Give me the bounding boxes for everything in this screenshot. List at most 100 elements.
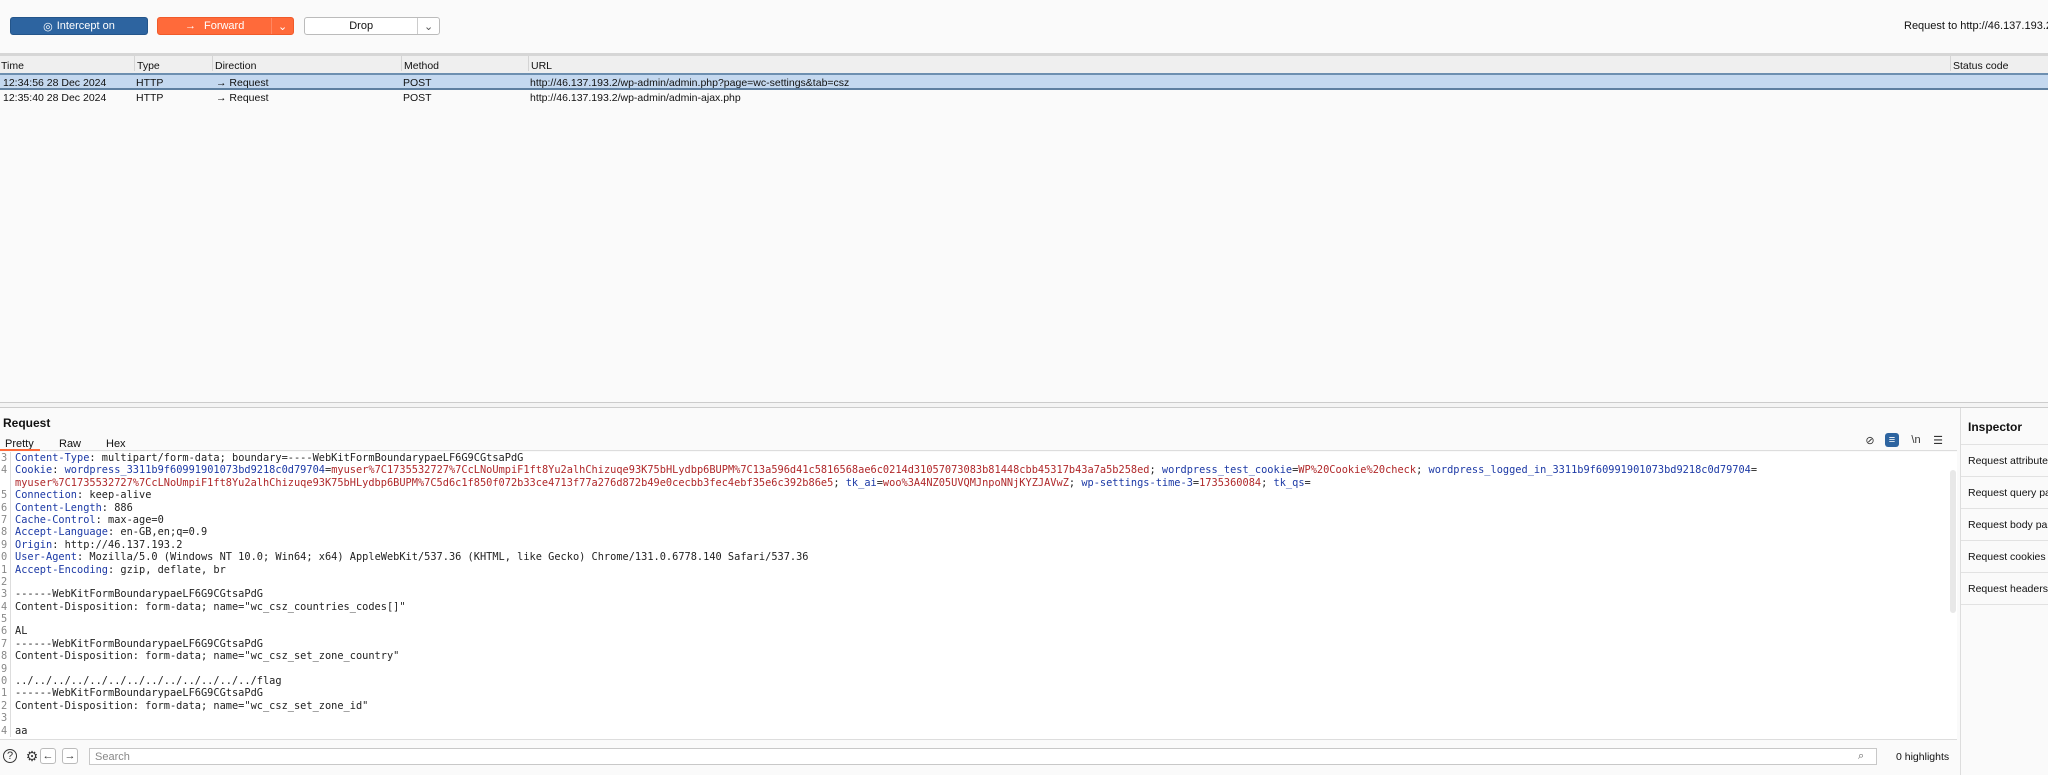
code-line: 3 ------WebKitFormBoundarypaeLF6G9CGtsaPd… xyxy=(0,588,1957,601)
code-line: 8 Accept-Language: en-GB,en;q=0.9 xyxy=(0,526,1957,539)
text: ; xyxy=(1416,464,1429,477)
code-line: 2 xyxy=(0,575,1957,589)
forward-label: Forward xyxy=(203,20,245,32)
type-text: HTTP xyxy=(136,77,164,89)
column-url[interactable]: URL xyxy=(528,56,552,72)
toggle-icon: ◎ xyxy=(43,20,53,33)
column-time[interactable]: Time xyxy=(0,56,24,72)
cell-url: http://46.137.193.2/wp-admin/admin.php?p… xyxy=(530,77,849,89)
text: : max-age=0 xyxy=(95,513,164,526)
highlights-count: 0 highlights xyxy=(1896,751,1950,763)
code-line: 7 ------WebKitFormBoundarypaeLF6G9CGtsaPd… xyxy=(0,637,1957,651)
help-icon[interactable]: ? xyxy=(3,749,17,763)
inspector-item[interactable]: Request query parameters xyxy=(1961,476,2048,508)
code-line: myuser%7C1735532727%7CcLNoUmpiF1ft8Yu2al… xyxy=(0,476,1957,490)
table-row[interactable]: 12:35:40 28 Dec 2024 HTTP → Request POST htt… xyxy=(0,90,2048,104)
menu-icon[interactable]: ☰ xyxy=(1931,433,1945,447)
line-number: 7 xyxy=(0,637,11,651)
tab-hex[interactable]: Hex xyxy=(106,438,126,450)
hide-icon[interactable]: ⊘ xyxy=(1863,433,1877,447)
code-line: 9 xyxy=(0,662,1957,676)
text: ; xyxy=(833,476,846,489)
text: ------WebKitFormBoundarypaeLF6G9CGtsaPdG xyxy=(15,687,263,700)
code-line: 4 aa xyxy=(0,724,1957,737)
table-row[interactable]: 12:34:56 28 Dec 2024 HTTP → Request POST htt… xyxy=(0,75,2048,90)
column-type[interactable]: Type xyxy=(134,56,160,72)
line-number: 0 xyxy=(0,551,11,564)
drop-button[interactable]: Drop ⌄ xyxy=(304,17,440,35)
type-text: HTTP xyxy=(136,92,164,104)
text: ; xyxy=(1149,464,1162,477)
code-line: 2 Content-Disposition: form-data; name="w… xyxy=(0,699,1957,713)
pane-splitter[interactable] xyxy=(0,402,2048,408)
text: = xyxy=(1304,476,1311,489)
line-number: 9 xyxy=(0,538,11,552)
header-name: Cache-Control xyxy=(15,513,96,526)
drop-dropdown-chevron-down-icon[interactable]: ⌄ xyxy=(417,18,439,34)
editor-scrollbar[interactable] xyxy=(1950,470,1956,613)
line-number: 6 xyxy=(0,501,11,514)
cell-method: POST xyxy=(403,92,432,104)
text: = xyxy=(1750,464,1758,477)
search-input[interactable] xyxy=(89,748,1877,765)
inspector-item[interactable]: Request headers xyxy=(1961,572,2048,604)
column-status-code[interactable]: Status code xyxy=(1950,56,2008,72)
cell-time: 12:34:56 28 Dec 2024 xyxy=(3,77,106,89)
code-line: 4 Cookie: wordpress_3311b9f60991901073bd9… xyxy=(0,464,1957,477)
code-line: 0 User-Agent: Mozilla/5.0 (Windows NT 10.… xyxy=(0,551,1957,564)
forward-arrow-icon[interactable]: → xyxy=(62,748,78,764)
header-name: Content-Length xyxy=(15,501,102,514)
newline-icon[interactable]: \n xyxy=(1909,433,1923,447)
tab-raw[interactable]: Raw xyxy=(59,438,81,450)
line-number: 9 xyxy=(0,662,11,676)
cookie-value: woo%3A4NZ05UVQMJnpoNNjKYZJAVwZ xyxy=(882,476,1069,489)
wrap-icon[interactable]: ≡ xyxy=(1885,433,1899,447)
header-name: Accept-Encoding xyxy=(15,563,108,576)
inspector-title: Inspector xyxy=(1968,420,2023,434)
text: : 886 xyxy=(101,501,133,514)
code-line: 8 Content-Disposition: form-data; name="w… xyxy=(0,650,1957,663)
arrow-right-icon: → xyxy=(216,77,230,89)
code-line: 3 Content-Type: multipart/form-data; boun… xyxy=(0,452,1957,465)
line-number: 7 xyxy=(0,513,11,527)
header-name: Connection xyxy=(15,489,77,502)
active-tab-indicator xyxy=(0,449,40,451)
search-bar: ? ⚙ ← → ⌕ 0 highlights xyxy=(0,739,1957,775)
line-number: 4 xyxy=(0,724,11,737)
line-number: 3 xyxy=(0,588,11,601)
text: : gzip, deflate, br xyxy=(108,563,226,576)
request-target: Request to http://46.137.193.2:8 xyxy=(1904,20,2048,32)
code-line: 4 Content-Disposition: form-data; name="w… xyxy=(0,600,1957,614)
cookie-value: WP%20Cookie%20check xyxy=(1298,464,1417,477)
text: : http://46.137.193.2 xyxy=(52,538,183,551)
back-arrow-icon[interactable]: ← xyxy=(40,748,56,764)
code-line: 1 Accept-Encoding: gzip, deflate, br xyxy=(0,563,1957,576)
column-direction[interactable]: Direction xyxy=(212,56,256,72)
line-number: 0 xyxy=(0,675,11,688)
cookie-value: myuser%7C1735532727%7CcLNoUmpiF1ft8Yu2al… xyxy=(331,464,1150,477)
cell-method: POST xyxy=(403,77,432,89)
forward-dropdown-chevron-down-icon[interactable]: ⌄ xyxy=(271,18,293,34)
column-method[interactable]: Method xyxy=(401,56,439,72)
arrow-right-icon: → xyxy=(216,92,230,104)
text: ------WebKitFormBoundarypaeLF6G9CGtsaPdG xyxy=(15,637,263,650)
text: : multipart/form-data; boundary=----WebK… xyxy=(89,452,524,464)
inspector-item[interactable]: Request body parameters xyxy=(1961,508,2048,540)
intercept-toggle-button[interactable]: ◎ Intercept on xyxy=(10,17,148,35)
text: Content-Disposition: form-data; name="wc… xyxy=(15,699,369,712)
tab-divider xyxy=(0,450,1957,451)
forward-button[interactable]: → Forward ⌄ xyxy=(157,17,294,35)
direction-text: Request xyxy=(229,77,269,89)
line-number: 5 xyxy=(0,613,11,626)
request-editor[interactable]: 3 Content-Type: multipart/form-data; boun… xyxy=(0,452,1957,739)
inspector-item[interactable]: Request cookies xyxy=(1961,540,2048,572)
cookie-value: 1735360084 xyxy=(1199,476,1262,489)
gear-icon[interactable]: ⚙ xyxy=(24,748,40,764)
code-line: 5 Connection: keep-alive xyxy=(0,489,1957,502)
inspector-item[interactable]: Request attributes xyxy=(1961,444,2048,476)
text: : en-GB,en;q=0.9 xyxy=(108,526,208,539)
cookie-name: wp-settings-time-3 xyxy=(1081,476,1193,489)
cell-time: 12:35:40 28 Dec 2024 xyxy=(3,92,106,104)
line-number: 8 xyxy=(0,526,11,539)
code-line: 3 xyxy=(0,712,1957,725)
